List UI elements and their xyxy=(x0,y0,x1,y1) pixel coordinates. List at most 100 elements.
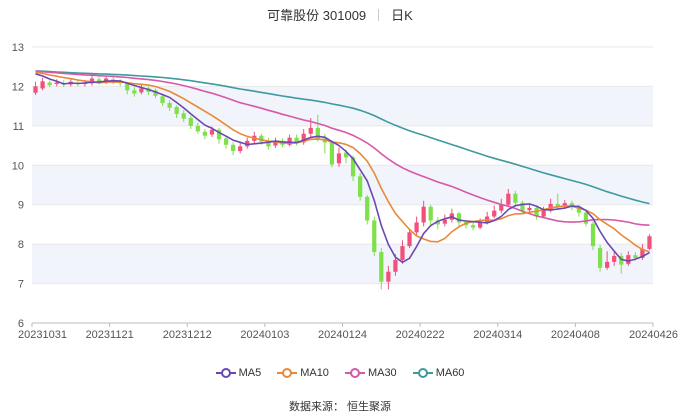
candle-body xyxy=(386,271,391,282)
candle xyxy=(231,142,236,156)
candle xyxy=(414,216,419,237)
candle xyxy=(449,208,454,223)
candle xyxy=(216,127,222,144)
candle-body xyxy=(47,82,52,86)
legend-item-ma5[interactable]: MA5 xyxy=(215,367,262,379)
y-tick-label: 13 xyxy=(12,42,24,54)
candle xyxy=(470,222,476,231)
chart-legend: MA5 MA10 MA30 MA60 xyxy=(0,367,680,379)
candle xyxy=(358,173,363,201)
candle-body xyxy=(477,222,483,228)
candle-body xyxy=(541,210,546,217)
candle-body xyxy=(188,117,193,126)
candle xyxy=(428,204,433,227)
legend-label: MA30 xyxy=(367,367,397,379)
candle-body xyxy=(506,193,511,205)
x-tick-label: 20240426 xyxy=(629,329,678,341)
y-tick-label: 7 xyxy=(18,279,24,291)
grid-band xyxy=(32,244,653,284)
candle xyxy=(287,134,292,147)
legend-item-ma30[interactable]: MA30 xyxy=(344,367,397,379)
candle-body xyxy=(174,106,179,115)
y-tick-label: 11 xyxy=(13,121,24,133)
candle-body xyxy=(238,146,243,152)
candle-body xyxy=(33,86,38,93)
legend-marker-icon xyxy=(344,368,365,378)
y-tick-label: 9 xyxy=(18,200,24,212)
candle xyxy=(202,129,208,140)
candle-body xyxy=(231,144,236,152)
candle-body xyxy=(139,88,144,93)
candle-body xyxy=(647,236,652,249)
candle-body xyxy=(612,255,617,262)
candle xyxy=(238,142,243,154)
legend-item-ma10[interactable]: MA10 xyxy=(277,367,329,379)
candle-body xyxy=(442,219,447,224)
candle-body xyxy=(329,142,335,165)
candle xyxy=(365,194,370,225)
x-tick-label: 20240124 xyxy=(318,329,367,341)
candle-body xyxy=(181,113,186,119)
candle-body xyxy=(358,176,363,197)
candle-body xyxy=(223,138,229,145)
candle-body xyxy=(202,131,208,136)
candle-body xyxy=(195,125,200,132)
candle xyxy=(294,134,299,146)
legend-label: MA5 xyxy=(238,367,262,379)
candle xyxy=(89,74,95,86)
legend-item-ma60[interactable]: MA60 xyxy=(412,367,465,379)
candle-body xyxy=(590,223,596,247)
candle-body xyxy=(633,255,638,258)
candle-body xyxy=(167,102,172,108)
y-tick-label: 12 xyxy=(12,81,24,93)
x-tick-label: 20240222 xyxy=(396,329,445,341)
candle xyxy=(301,129,306,145)
data-source: 数据来源： 恒生聚源 xyxy=(288,401,392,413)
candle-body xyxy=(527,207,532,211)
legend-marker-icon xyxy=(215,368,236,378)
candle-body xyxy=(421,206,426,223)
legend-marker-icon xyxy=(412,368,433,378)
candle xyxy=(435,217,440,230)
x-tick-label: 20240314 xyxy=(473,329,522,341)
candle-body xyxy=(407,232,412,247)
candle-body xyxy=(54,82,59,85)
candle xyxy=(492,205,497,219)
candle-body xyxy=(308,127,313,134)
x-tick-label: 20240408 xyxy=(551,329,600,341)
candle xyxy=(336,147,342,167)
candle-body xyxy=(414,222,419,233)
candle xyxy=(597,244,603,272)
candle xyxy=(372,216,377,256)
legend-label: MA60 xyxy=(435,367,465,379)
candle-body xyxy=(365,196,370,221)
candle-body xyxy=(209,129,215,135)
candle-body xyxy=(400,246,405,260)
x-tick-label: 20231212 xyxy=(163,329,212,341)
candle-body xyxy=(626,255,631,264)
y-tick-label: 8 xyxy=(18,239,24,251)
candle-body xyxy=(597,248,603,268)
candle-body xyxy=(428,206,433,221)
candle-body xyxy=(372,220,377,253)
candle xyxy=(442,214,447,227)
candle xyxy=(590,221,596,251)
candle-body xyxy=(583,212,589,224)
legend-marker-icon xyxy=(277,368,298,378)
candle-body xyxy=(379,252,384,282)
candle-body xyxy=(160,96,165,103)
candle-body xyxy=(513,193,518,203)
grid-band xyxy=(32,165,653,205)
candle-body xyxy=(470,225,476,228)
x-tick-label: 20231121 xyxy=(86,329,134,341)
candle-body xyxy=(393,259,398,272)
legend-label: MA10 xyxy=(300,367,329,379)
y-tick-label: 10 xyxy=(12,160,24,172)
candle-body xyxy=(336,153,342,164)
candle xyxy=(647,234,652,251)
candle-body xyxy=(492,210,497,217)
x-tick-label: 20231031 xyxy=(18,329,67,341)
candle xyxy=(534,206,539,220)
candle xyxy=(266,137,271,150)
candle xyxy=(329,140,335,168)
